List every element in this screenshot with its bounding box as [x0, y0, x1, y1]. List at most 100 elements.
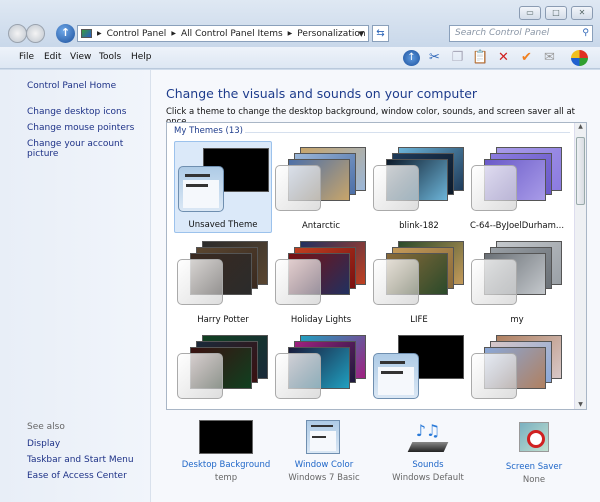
menu-tools[interactable]: Tools	[99, 52, 121, 62]
group-divider	[245, 132, 570, 133]
theme-name: LIFE	[410, 315, 428, 325]
delete-icon[interactable]: ✕	[495, 50, 512, 66]
check-icon[interactable]: ✔	[518, 50, 535, 66]
window-color-preview	[471, 165, 517, 211]
see-also-label: See also	[27, 422, 65, 432]
title-bar: ▭ □ ✕ ↑ ▶ Control Panel ▶ All Control Pa…	[0, 0, 600, 47]
theme-name: blink-182	[399, 221, 439, 231]
desktop-background-icon	[199, 420, 253, 454]
theme-name: Surreal Territory by ...	[272, 409, 370, 410]
window-color-preview	[275, 353, 321, 399]
theme-item[interactable]: test1234	[370, 329, 468, 410]
theme-item[interactable]: Unsaved Theme	[174, 141, 272, 233]
window-color-link[interactable]: Window Color	[274, 460, 374, 470]
theme-name: Holiday Lights	[290, 315, 352, 325]
theme-item[interactable]: NASA Hidden Universe	[174, 329, 272, 410]
display-link[interactable]: Display	[27, 439, 60, 449]
theme-item[interactable]: Winter	[468, 329, 566, 410]
sounds-item[interactable]: ♪♫ Sounds Windows Default	[378, 420, 478, 483]
maximize-button[interactable]: □	[545, 6, 567, 20]
change-desktop-icons-link[interactable]: Change desktop icons	[27, 107, 126, 117]
sidebar: Control Panel Home Change desktop icons …	[0, 70, 150, 502]
theme-item[interactable]: C-64--ByJoelDurham...	[468, 141, 566, 233]
scroll-down-icon[interactable]: ▼	[575, 401, 586, 408]
theme-name: Winter	[468, 409, 566, 410]
back-button[interactable]	[8, 24, 27, 43]
copy-icon[interactable]: ❐	[449, 50, 466, 66]
window-color-preview	[471, 259, 517, 305]
window-color-preview	[178, 166, 224, 212]
menu-file[interactable]: File	[19, 52, 34, 62]
change-mouse-pointers-link[interactable]: Change mouse pointers	[27, 123, 134, 133]
theme-name: C-64--ByJoelDurham...	[469, 221, 565, 231]
theme-name: Antarctic	[301, 221, 341, 231]
theme-name: NASA Hidden Universe	[174, 409, 272, 410]
change-account-picture-link[interactable]: Change your account picture	[27, 139, 150, 159]
chevron-down-icon[interactable]: ▼	[359, 30, 364, 38]
main-content: Change the visuals and sounds on your co…	[150, 70, 600, 502]
theme-item[interactable]: Harry Potter	[174, 235, 272, 327]
theme-item[interactable]: blink-182	[370, 141, 468, 233]
theme-item[interactable]: my	[468, 235, 566, 327]
theme-item[interactable]: Holiday Lights	[272, 235, 370, 327]
window-color-preview	[471, 353, 517, 399]
breadcrumb-control-panel[interactable]: Control Panel	[107, 29, 167, 39]
forward-button[interactable]	[26, 24, 45, 43]
refresh-button[interactable]: ⇆	[372, 25, 389, 42]
group-header-my-themes[interactable]: My Themes (13)	[174, 126, 243, 136]
paste-icon[interactable]: 📋	[472, 50, 489, 66]
sounds-link[interactable]: Sounds	[378, 460, 478, 470]
desktop-background-link[interactable]: Desktop Background	[176, 460, 276, 470]
window-color-item[interactable]: Window Color Windows 7 Basic	[274, 420, 374, 483]
search-input[interactable]: Search Control Panel ⚲	[449, 25, 593, 42]
theme-name: Harry Potter	[197, 315, 249, 325]
search-icon[interactable]: ⚲	[582, 26, 589, 41]
desktop-background-value: temp	[214, 473, 238, 483]
menu-edit[interactable]: Edit	[44, 52, 61, 62]
window-color-icon	[306, 420, 340, 454]
breadcrumb-separator-icon: ▶	[97, 30, 102, 37]
close-button[interactable]: ✕	[571, 6, 593, 20]
scrollbar-thumb[interactable]	[576, 137, 585, 205]
theme-name: Unsaved Theme	[188, 220, 258, 230]
ease-of-access-link[interactable]: Ease of Access Center	[27, 471, 127, 481]
screen-saver-value: None	[522, 475, 546, 485]
cut-icon[interactable]: ✂	[426, 50, 443, 66]
window-color-preview	[275, 259, 321, 305]
screen-saver-icon	[519, 422, 549, 452]
control-panel-home-link[interactable]: Control Panel Home	[27, 81, 116, 91]
theme-item[interactable]: LIFE	[370, 235, 468, 327]
search-placeholder: Search Control Panel	[455, 28, 550, 38]
vertical-scrollbar[interactable]: ▲ ▼	[574, 123, 586, 409]
window-color-preview	[177, 259, 223, 305]
breadcrumb-all-items[interactable]: All Control Panel Items	[181, 29, 283, 39]
theme-name: test1234	[370, 409, 468, 410]
breadcrumb-separator-icon: ▶	[287, 30, 293, 37]
window-color-preview	[373, 165, 419, 211]
theme-item[interactable]: Antarctic	[272, 141, 370, 233]
menu-help[interactable]: Help	[131, 52, 152, 62]
theme-name: my	[510, 315, 524, 325]
screen-saver-item[interactable]: Screen Saver None	[484, 420, 584, 485]
minimize-button[interactable]: ▭	[519, 6, 541, 20]
breadcrumb-separator-icon: ▶	[171, 30, 176, 37]
window-color-preview	[373, 259, 419, 305]
sounds-icon: ♪♫	[407, 420, 449, 456]
mail-icon[interactable]: ✉	[541, 50, 558, 66]
scroll-up-icon[interactable]: ▲	[575, 123, 586, 130]
page-title: Change the visuals and sounds on your co…	[166, 86, 478, 101]
sounds-value: Windows Default	[392, 473, 464, 483]
address-bar[interactable]: ▶ Control Panel ▶ All Control Panel Item…	[77, 25, 369, 42]
control-panel-icon[interactable]	[571, 50, 588, 66]
screen-saver-link[interactable]: Screen Saver	[484, 462, 584, 472]
theme-item[interactable]: Surreal Territory by ...	[272, 329, 370, 410]
menu-view[interactable]: View	[70, 52, 91, 62]
window-color-value: Windows 7 Basic	[288, 473, 360, 483]
up-icon[interactable]: ↑	[403, 50, 420, 66]
window-color-preview	[373, 353, 419, 399]
window-color-preview	[177, 353, 223, 399]
taskbar-link[interactable]: Taskbar and Start Menu	[27, 455, 134, 465]
desktop-background-item[interactable]: Desktop Background temp	[176, 420, 276, 483]
up-button[interactable]: ↑	[56, 24, 75, 43]
breadcrumb-personalization[interactable]: Personalization	[297, 29, 365, 39]
